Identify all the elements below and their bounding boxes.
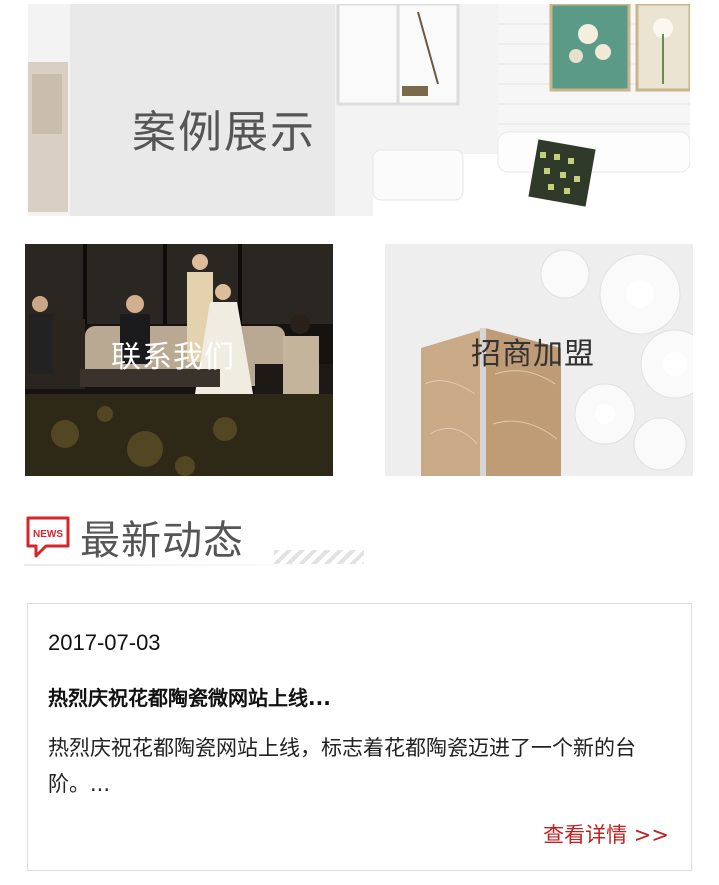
header-divider [24,564,354,566]
franchise-tile[interactable]: 招商加盟 [385,244,693,476]
section-title: 最新动态 [80,518,244,564]
view-details-link[interactable]: 查看详情 >> [543,819,669,849]
news-date: 2017-07-03 [48,630,161,655]
news-icon: NEWS [26,516,70,558]
decorative-stripe [274,550,364,564]
banner-title: 案例展示 [132,107,316,158]
news-title[interactable]: 热烈庆祝花都陶瓷微网站上线... [48,682,331,711]
news-icon-text: NEWS [33,529,63,540]
living-room-photo [28,4,690,216]
contact-us-tile[interactable]: 联系我们 [25,244,333,476]
latest-news-header: NEWS 最新动态 [24,508,704,568]
news-summary: 热烈庆祝花都陶瓷网站上线，标志着花都陶瓷迈进了一个新的台阶。... [48,736,636,796]
case-showcase-banner[interactable]: 案例展示 [28,4,690,216]
news-card[interactable]: 2017-07-03 热烈庆祝花都陶瓷微网站上线... 热烈庆祝花都陶瓷网站上线… [27,603,692,871]
franchise-label: 招商加盟 [471,337,595,372]
contact-us-label: 联系我们 [111,340,235,375]
